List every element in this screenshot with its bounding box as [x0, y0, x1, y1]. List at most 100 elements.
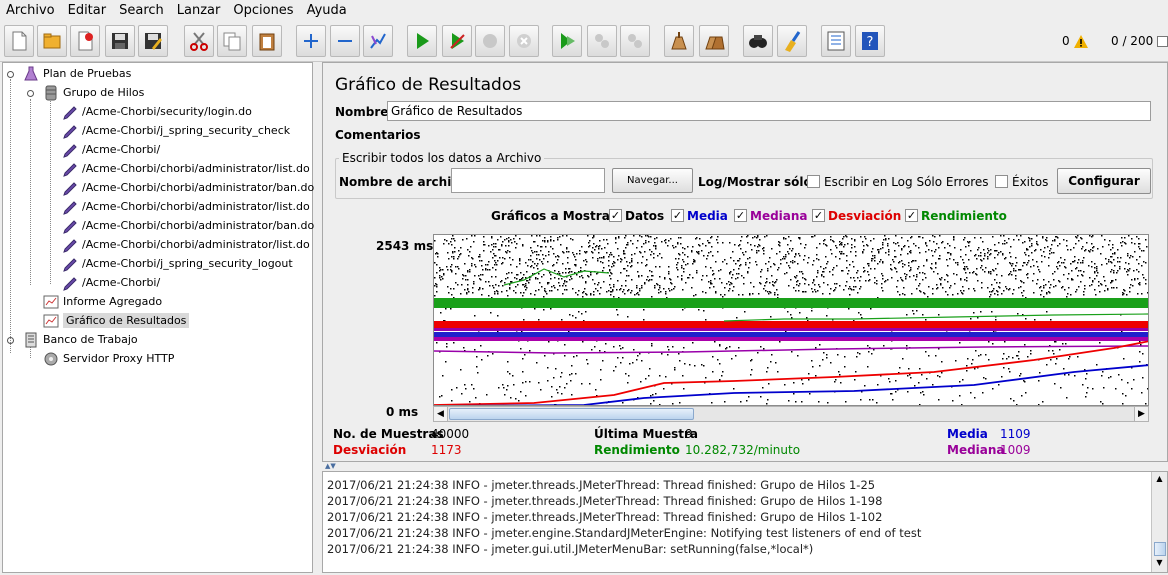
- data-point: [984, 255, 986, 257]
- data-point: [868, 274, 870, 276]
- data-point: [600, 379, 602, 381]
- stop-button: [475, 25, 505, 57]
- start-button[interactable]: [407, 25, 437, 57]
- data-point: [1074, 256, 1076, 258]
- save-button[interactable]: [105, 25, 135, 57]
- menu-opciones[interactable]: Opciones: [227, 0, 300, 22]
- throughput-toggle-label: Rendimiento: [921, 209, 1007, 223]
- throughput-checkbox[interactable]: ✓: [905, 209, 918, 222]
- collapse-handle[interactable]: [6, 334, 15, 344]
- data-point: [733, 286, 735, 288]
- data-point: [566, 281, 568, 283]
- tree-item-thread-group[interactable]: Grupo de Hilos: [43, 83, 144, 102]
- data-point: [488, 281, 490, 283]
- name-field[interactable]: Gráfico de Resultados: [387, 101, 1151, 121]
- data-point: [874, 268, 876, 270]
- data-checkbox[interactable]: ✓: [609, 209, 622, 222]
- log-divider-arrows[interactable]: ▲▼: [325, 463, 336, 470]
- menu-editar[interactable]: Editar: [62, 0, 114, 22]
- deviation-checkbox[interactable]: ✓: [812, 209, 825, 222]
- graph-horizontal-scrollbar[interactable]: ◀ ▶: [433, 406, 1149, 422]
- data-point: [905, 276, 907, 278]
- errors-only-checkbox[interactable]: [807, 175, 820, 188]
- data-point: [661, 257, 663, 259]
- tree-item-workbench[interactable]: Banco de Trabajo: [23, 330, 138, 349]
- collapse-handle[interactable]: [26, 87, 35, 97]
- data-point: [651, 251, 653, 253]
- filename-field[interactable]: [451, 168, 605, 193]
- cut-button[interactable]: [184, 25, 214, 57]
- menu-ayuda[interactable]: Ayuda: [301, 0, 354, 22]
- data-point: [701, 279, 703, 281]
- average-checkbox[interactable]: ✓: [671, 209, 684, 222]
- new-button[interactable]: [4, 25, 34, 57]
- tree-item-sampler[interactable]: /Acme-Chorbi/chorbi/administrator/ban.do: [62, 178, 314, 197]
- tree-item-sampler[interactable]: /Acme-Chorbi/chorbi/administrator/list.d…: [62, 235, 310, 254]
- data-point: [905, 278, 907, 280]
- scroll-up-arrow[interactable]: ▲: [1153, 474, 1166, 486]
- successes-checkbox[interactable]: [995, 175, 1008, 188]
- data-point: [592, 252, 594, 254]
- split-pane-divider[interactable]: [314, 62, 322, 573]
- scroll-thumb[interactable]: [449, 408, 694, 420]
- data-point: [1037, 244, 1039, 246]
- reset-search-button[interactable]: [777, 25, 807, 57]
- start-no-pause-button[interactable]: [442, 25, 472, 57]
- function-helper-button[interactable]: [821, 25, 851, 57]
- data-point: [1033, 292, 1035, 294]
- scroll-down-arrow[interactable]: ▼: [1153, 558, 1166, 570]
- tree-item-test-plan[interactable]: Plan de Pruebas: [23, 64, 131, 83]
- scroll-left-arrow[interactable]: ◀: [434, 407, 448, 421]
- data-point: [636, 359, 638, 361]
- menu-lanzar[interactable]: Lanzar: [171, 0, 228, 22]
- svg-text:?: ?: [867, 35, 874, 50]
- collapse-handle[interactable]: [6, 68, 15, 78]
- menu-search[interactable]: Search: [113, 0, 171, 22]
- clear-all-button[interactable]: [699, 25, 729, 57]
- paste-button[interactable]: [252, 25, 282, 57]
- data-point: [495, 243, 497, 245]
- data-point: [1104, 280, 1106, 282]
- toggle-button[interactable]: [363, 25, 393, 57]
- tree-item-aggregate-report[interactable]: Informe Agregado: [43, 292, 162, 311]
- close-file-button[interactable]: [70, 25, 100, 57]
- tree-item-sampler[interactable]: /Acme-Chorbi/chorbi/administrator/ban.do: [62, 216, 314, 235]
- data-point: [960, 249, 962, 251]
- data-point: [525, 395, 527, 397]
- menu-archivo[interactable]: Archivo: [0, 0, 62, 22]
- data-point: [909, 270, 911, 272]
- data-point: [766, 278, 768, 280]
- clear-button[interactable]: [664, 25, 694, 57]
- copy-button[interactable]: [217, 25, 247, 57]
- help-button[interactable]: ?: [855, 25, 885, 57]
- warning-icon[interactable]: [1074, 35, 1088, 48]
- tree-item-sampler[interactable]: /Acme-Chorbi/j_spring_security_check: [62, 121, 290, 140]
- tree-item-sampler[interactable]: /Acme-Chorbi/chorbi/administrator/list.d…: [62, 159, 310, 178]
- browse-button[interactable]: Navegar...: [612, 168, 693, 193]
- tree-item-graph-results[interactable]: Gráfico de Resultados: [43, 311, 190, 330]
- tree-item-sampler[interactable]: /Acme-Chorbi/j_spring_security_logout: [62, 254, 293, 273]
- data-point: [653, 257, 655, 259]
- tree-item-proxy[interactable]: Servidor Proxy HTTP: [43, 349, 174, 368]
- save-as-button[interactable]: [138, 25, 168, 57]
- tree-item-sampler[interactable]: /Acme-Chorbi/security/login.do: [62, 102, 252, 121]
- data-point: [878, 249, 880, 251]
- tree-item-sampler[interactable]: /Acme-Chorbi/chorbi/administrator/list.d…: [62, 197, 310, 216]
- collapse-all-button[interactable]: [330, 25, 360, 57]
- data-point: [830, 239, 832, 241]
- log-vertical-scrollbar[interactable]: ▲ ▼: [1151, 472, 1167, 572]
- configure-button[interactable]: Configurar: [1057, 168, 1151, 194]
- search-button[interactable]: [743, 25, 773, 57]
- data-point: [1006, 358, 1008, 360]
- tree-item-sampler[interactable]: /Acme-Chorbi/: [62, 273, 160, 292]
- log-scroll-thumb[interactable]: [1154, 542, 1166, 556]
- open-button[interactable]: [37, 25, 67, 57]
- expand-all-button[interactable]: [296, 25, 326, 57]
- data-point: [891, 277, 893, 279]
- scroll-right-arrow[interactable]: ▶: [1134, 407, 1148, 421]
- data-point: [849, 294, 851, 296]
- median-checkbox[interactable]: ✓: [734, 209, 747, 222]
- remote-start-button[interactable]: [552, 25, 582, 57]
- tree-item-sampler[interactable]: /Acme-Chorbi/: [62, 140, 160, 159]
- throughput-label: Rendimiento: [594, 443, 680, 457]
